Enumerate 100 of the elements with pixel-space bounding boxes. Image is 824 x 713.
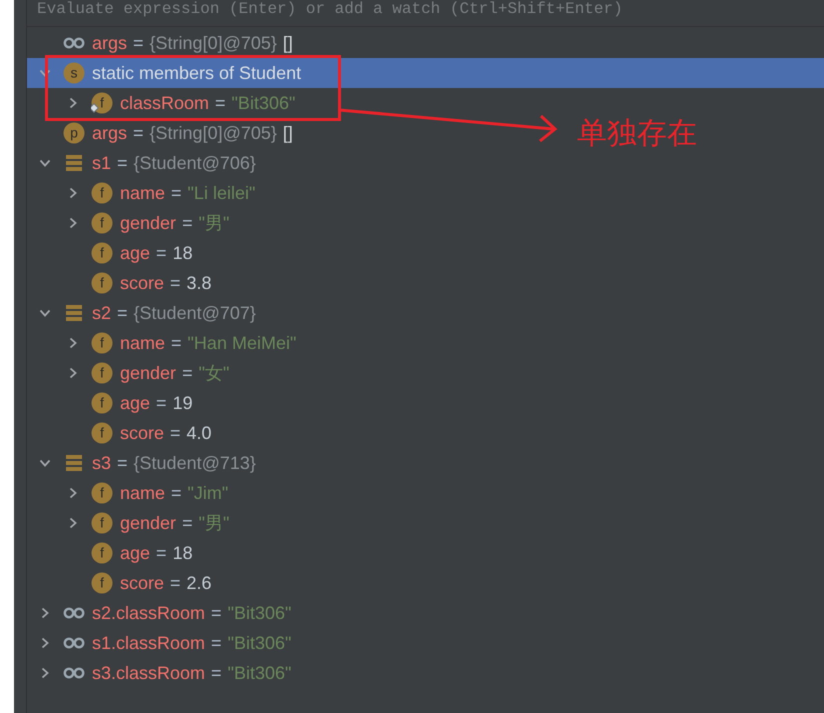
variable-value: 2.6 — [186, 572, 212, 594]
variable-name: score — [120, 272, 164, 294]
variable-name: score — [120, 572, 164, 594]
variable-value: {String[0]@705} — [150, 122, 277, 144]
variable-name: args — [92, 32, 128, 54]
equals-sign: = — [171, 332, 182, 354]
tree-row[interactable]: f score = 3.8 — [27, 268, 216, 298]
tree-row[interactable]: f name = "Han MeiMei" — [27, 328, 300, 358]
node-label: static members of Student — [92, 62, 302, 84]
tree-row[interactable]: s3 = {Student@713} — [27, 448, 260, 478]
tree-row[interactable]: f gender = "男" — [27, 208, 234, 238]
evaluate-field[interactable]: Evaluate expression (Enter) or add a watch (Ctrl+Shift+Enter) — [37, 0, 737, 20]
variable-name: age — [120, 242, 150, 264]
variable-value: "Li leilei" — [188, 182, 256, 204]
tree-row[interactable]: s2.classRoom = "Bit306" — [27, 598, 296, 628]
variable-name: classRoom — [120, 92, 210, 114]
variable-name: gender — [120, 212, 176, 234]
variable-value: "Bit306" — [228, 602, 292, 624]
variable-value: 19 — [172, 392, 193, 414]
field-icon: f — [91, 272, 113, 294]
variable-value: "女" — [198, 362, 230, 385]
tree-row[interactable]: f classRoom = "Bit306" — [27, 88, 300, 118]
annotation-text: 单独存在 — [577, 116, 697, 152]
variable-value: 18 — [172, 542, 193, 564]
tree-row[interactable]: f age = 18 — [27, 538, 197, 568]
equals-sign: = — [171, 482, 182, 504]
variable-value: "Bit306" — [232, 92, 296, 114]
variable-name: s2 — [92, 302, 112, 324]
equals-sign: = — [117, 302, 128, 324]
variable-value: "Han MeiMei" — [188, 332, 296, 354]
variable-value: "Bit306" — [228, 632, 292, 654]
field-icon: f — [91, 542, 113, 564]
chevron-icon[interactable] — [39, 157, 51, 169]
variable-name: score — [120, 422, 164, 444]
variable-value: {Student@706} — [134, 152, 256, 174]
chevron-icon[interactable] — [67, 367, 79, 379]
equals-sign: = — [182, 212, 193, 234]
field-icon: f — [91, 482, 113, 504]
array-preview: [] — [282, 32, 293, 54]
field-icon: f — [91, 512, 113, 534]
chevron-icon[interactable] — [39, 607, 51, 619]
tree-row[interactable]: f age = 19 — [27, 388, 197, 418]
variable-value: "男" — [198, 512, 230, 535]
static-field-icon: f — [91, 92, 113, 114]
chevron-icon[interactable] — [67, 487, 79, 499]
tree-row[interactable]: s1 = {Student@706} — [27, 148, 260, 178]
equals-sign: = — [211, 632, 222, 654]
variable-value: 18 — [172, 242, 193, 264]
equals-sign: = — [211, 662, 222, 684]
equals-sign: = — [156, 242, 167, 264]
object-icon — [63, 152, 85, 174]
equals-sign: = — [182, 512, 193, 534]
equals-sign: = — [156, 542, 167, 564]
variable-name: s2.classRoom — [92, 602, 206, 624]
tree-row[interactable]: f name = "Li leilei" — [27, 178, 260, 208]
variable-name: name — [120, 482, 166, 504]
equals-sign: = — [215, 92, 226, 114]
variable-name: s3.classRoom — [92, 662, 206, 684]
equals-sign: = — [117, 452, 128, 474]
equals-sign: = — [133, 122, 144, 144]
tree-row[interactable]: p args = {String[0]@705} [] — [27, 118, 297, 148]
equals-sign: = — [156, 392, 167, 414]
tree-row[interactable]: s1.classRoom = "Bit306" — [27, 628, 296, 658]
chevron-icon[interactable] — [67, 187, 79, 199]
tree-row[interactable]: f gender = "男" — [27, 508, 234, 538]
chevron-icon[interactable] — [67, 97, 79, 109]
chevron-icon[interactable] — [39, 457, 51, 469]
tree-row[interactable]: args = {String[0]@705} [] — [27, 28, 297, 58]
chevron-icon[interactable] — [67, 217, 79, 229]
tree-row[interactable]: f name = "Jim" — [27, 478, 232, 508]
tree-row[interactable]: s static members of Student — [27, 58, 824, 88]
variable-value: {Student@713} — [134, 452, 256, 474]
tree-row[interactable]: f score = 4.0 — [27, 418, 216, 448]
field-icon: f — [91, 182, 113, 204]
equals-sign: = — [211, 602, 222, 624]
chevron-icon[interactable] — [39, 307, 51, 319]
variable-value: "Bit306" — [228, 662, 292, 684]
equals-sign: = — [117, 152, 128, 174]
chevron-icon[interactable] — [39, 667, 51, 679]
object-icon — [63, 452, 85, 474]
variable-name: name — [120, 182, 166, 204]
variable-value: {Student@707} — [134, 302, 256, 324]
array-preview: [] — [282, 122, 293, 144]
equals-sign: = — [182, 362, 193, 384]
variable-name: age — [120, 542, 150, 564]
equals-sign: = — [171, 182, 182, 204]
equals-sign: = — [170, 272, 181, 294]
tree-row[interactable]: s3.classRoom = "Bit306" — [27, 658, 296, 688]
tree-row[interactable]: f age = 18 — [27, 238, 197, 268]
chevron-icon[interactable] — [67, 337, 79, 349]
variable-name: args — [92, 122, 128, 144]
tree-row[interactable]: f gender = "女" — [27, 358, 234, 388]
tree-row[interactable]: f score = 2.6 — [27, 568, 216, 598]
chevron-icon[interactable] — [67, 517, 79, 529]
field-icon: f — [91, 572, 113, 594]
parameter-icon: p — [63, 122, 85, 144]
object-icon — [63, 302, 85, 324]
tree-row[interactable]: s2 = {Student@707} — [27, 298, 260, 328]
variable-name: gender — [120, 512, 176, 534]
chevron-icon[interactable] — [39, 637, 51, 649]
